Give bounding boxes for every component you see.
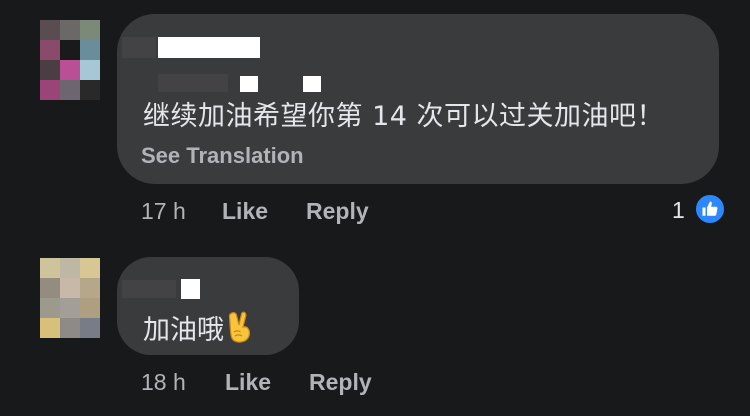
comment-text-content: 加油哦	[143, 315, 224, 346]
avatar-pixel	[80, 318, 100, 338]
avatar-pixel	[80, 80, 100, 100]
avatar-pixel	[40, 258, 60, 278]
comment-timestamp[interactable]: 17 h	[141, 198, 186, 225]
commenter-avatar[interactable]	[40, 258, 100, 338]
comment-text: 加油哦	[143, 311, 254, 351]
avatar-pixel	[60, 278, 80, 298]
avatar-pixel	[40, 20, 60, 40]
comment-text: 继续加油希望你第 14 次可以过关加油吧！	[143, 101, 665, 132]
avatar-pixel	[40, 298, 60, 318]
see-translation-link[interactable]: See Translation	[141, 143, 304, 169]
reply-button[interactable]: Reply	[309, 369, 372, 396]
avatar-pixel	[60, 298, 80, 318]
avatar-pixel	[40, 278, 60, 298]
avatar-pixel	[80, 298, 100, 318]
avatar-pixel	[60, 318, 80, 338]
avatar-pixel	[80, 60, 100, 80]
redacted-subtitle-blur	[158, 74, 228, 92]
avatar-pixel	[40, 318, 60, 338]
commenter-avatar[interactable]	[40, 20, 100, 100]
avatar-pixel	[40, 60, 60, 80]
avatar-pixel	[60, 40, 80, 60]
thumbs-up-icon[interactable]	[694, 193, 726, 225]
redacted-username	[181, 279, 200, 299]
avatar-pixel	[60, 20, 80, 40]
avatar-pixel	[60, 60, 80, 80]
like-button[interactable]: Like	[222, 198, 268, 225]
redacted-subtitle	[240, 76, 258, 92]
comment-timestamp[interactable]: 18 h	[141, 369, 186, 396]
victory-hand-emoji	[226, 311, 254, 351]
avatar-pixel	[40, 80, 60, 100]
avatar-pixel	[80, 20, 100, 40]
avatar-pixel	[60, 258, 80, 278]
avatar-pixel	[40, 40, 60, 60]
avatar-pixel	[60, 80, 80, 100]
reply-button[interactable]: Reply	[306, 198, 369, 225]
like-button[interactable]: Like	[225, 369, 271, 396]
redacted-username-blur	[122, 280, 176, 298]
redacted-username-blur	[122, 37, 156, 58]
redacted-subtitle	[303, 76, 321, 92]
redacted-username	[158, 37, 260, 58]
reaction-count[interactable]: 1	[672, 197, 685, 224]
avatar-pixel	[80, 258, 100, 278]
avatar-pixel	[80, 278, 100, 298]
avatar-pixel	[80, 40, 100, 60]
